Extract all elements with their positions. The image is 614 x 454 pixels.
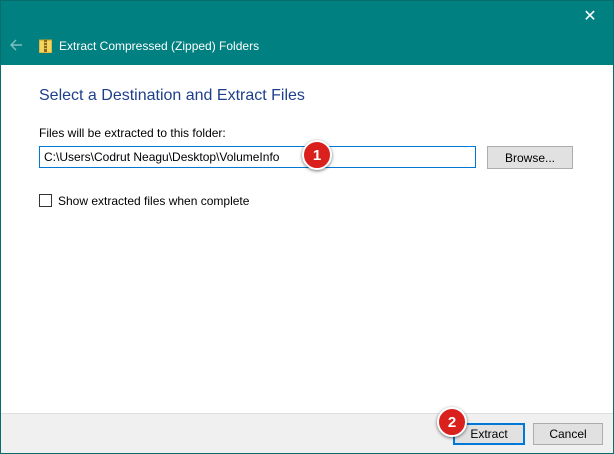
- cancel-button[interactable]: Cancel: [533, 423, 603, 445]
- annotation-marker-1: 1: [302, 140, 332, 170]
- annotation-marker-2: 2: [437, 407, 467, 437]
- show-extracted-files-checkbox[interactable]: [39, 194, 52, 207]
- destination-path-input[interactable]: [39, 146, 476, 168]
- window-title: Extract Compressed (Zipped) Folders: [59, 39, 260, 53]
- titlebar: ✕ Extract Compressed (Zipped) Folders: [1, 1, 613, 65]
- browse-button[interactable]: Browse...: [487, 146, 573, 169]
- arrow-left-icon: [10, 39, 22, 51]
- dialog-footer: Extract Cancel: [1, 413, 613, 453]
- close-button[interactable]: ✕: [567, 1, 613, 31]
- page-title: Select a Destination and Extract Files: [39, 87, 305, 104]
- close-icon: ✕: [583, 8, 597, 25]
- back-button[interactable]: [9, 38, 25, 54]
- destination-label: Files will be extracted to this folder:: [39, 126, 226, 140]
- zip-folder-icon: [39, 39, 52, 53]
- show-extracted-files-label[interactable]: Show extracted files when complete: [58, 194, 249, 208]
- extract-dialog-window: ✕ Extract Compressed (Zipped) Folders Se…: [0, 0, 614, 454]
